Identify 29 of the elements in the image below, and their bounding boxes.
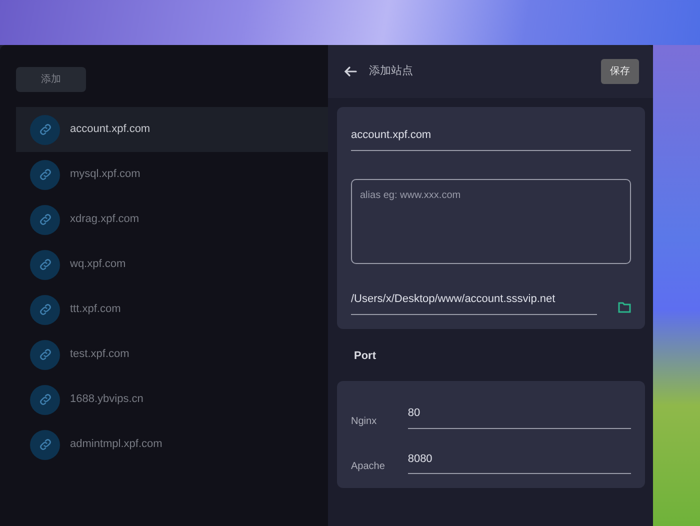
port-label: Nginx [351,414,378,428]
domain-field[interactable]: account.xpf.com [351,121,631,150]
link-icon [38,438,52,451]
path-field[interactable]: /Users/x/Desktop/www/account.sssvip.net [351,285,597,314]
port-field[interactable]: 80 [408,399,631,428]
link-icon [38,123,52,136]
folder-icon[interactable] [618,302,631,312]
site-list-item[interactable]: xdrag.xpf.com [16,197,328,242]
panel-title: 添加站点 [369,64,413,80]
site-list-item[interactable]: test.xpf.com [16,332,328,377]
site-list-item[interactable]: ttt.xpf.com [16,287,328,332]
site-list-item[interactable]: account.xpf.com [16,107,328,152]
link-icon [38,258,52,271]
section-heading: Port [353,348,377,364]
site-list-item[interactable]: mysql.xpf.com [16,152,328,197]
save-button[interactable]: 保存 [601,59,639,84]
link-icon [38,348,52,361]
link-icon [38,168,52,181]
alias-field[interactable]: alias eg: www.xxx.com [351,178,631,264]
site-list-item[interactable]: 1688.ybvips.cn [16,377,328,422]
link-icon [38,393,52,406]
port-label: Apache [351,460,386,474]
site-list-item[interactable]: admintmpl.xpf.com [16,422,328,467]
back-arrow-icon[interactable] [344,66,357,77]
port-field[interactable]: 8080 [408,444,631,474]
site-list-item[interactable]: wq.xpf.com [16,242,328,287]
add-button[interactable]: 添加 [16,67,86,92]
link-icon [38,303,52,316]
link-icon [38,213,52,226]
